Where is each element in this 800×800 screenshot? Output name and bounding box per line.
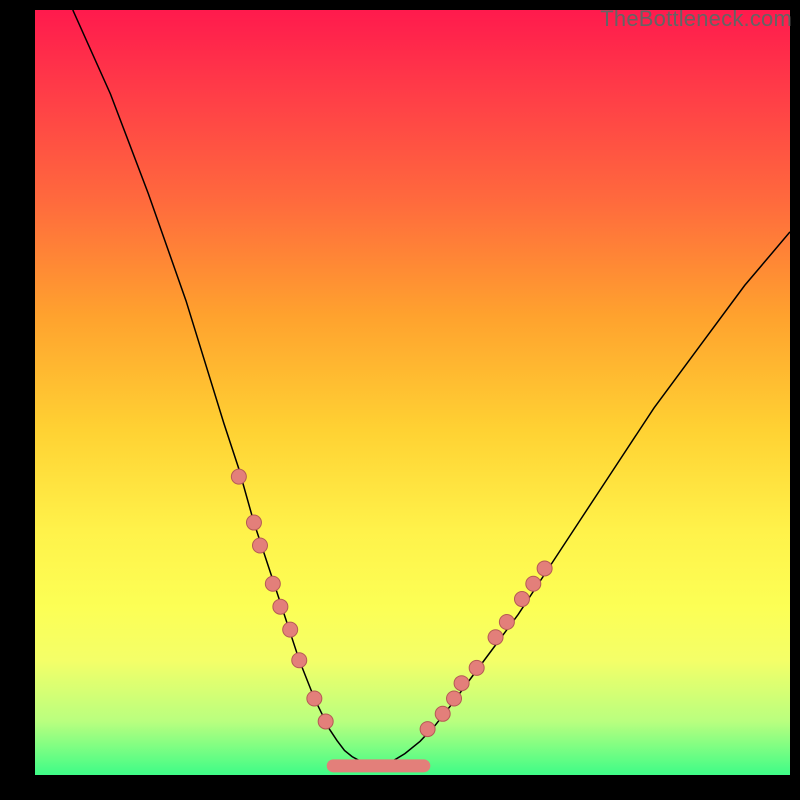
data-dot [246, 515, 261, 530]
data-dot [283, 622, 298, 637]
data-dots [231, 469, 552, 736]
data-dot [318, 714, 333, 729]
frame-bottom [0, 775, 800, 800]
curve [73, 10, 790, 766]
data-dot [435, 706, 450, 721]
data-dot [420, 722, 435, 737]
data-dot [526, 576, 541, 591]
plot-area [35, 10, 790, 775]
chart-stage: TheBottleneck.com [0, 0, 800, 800]
data-dot [499, 615, 514, 630]
frame-right [790, 0, 800, 800]
data-dot [265, 576, 280, 591]
data-dot [488, 630, 503, 645]
data-dot [231, 469, 246, 484]
data-dot [537, 561, 552, 576]
watermark-text: TheBottleneck.com [600, 6, 792, 32]
data-dot [454, 676, 469, 691]
plot-svg [35, 10, 790, 775]
data-dot [292, 653, 307, 668]
data-dot [514, 592, 529, 607]
data-dot [447, 691, 462, 706]
data-dot [469, 660, 484, 675]
data-dot [273, 599, 288, 614]
data-dot [252, 538, 267, 553]
data-dot [307, 691, 322, 706]
frame-left [0, 0, 35, 800]
